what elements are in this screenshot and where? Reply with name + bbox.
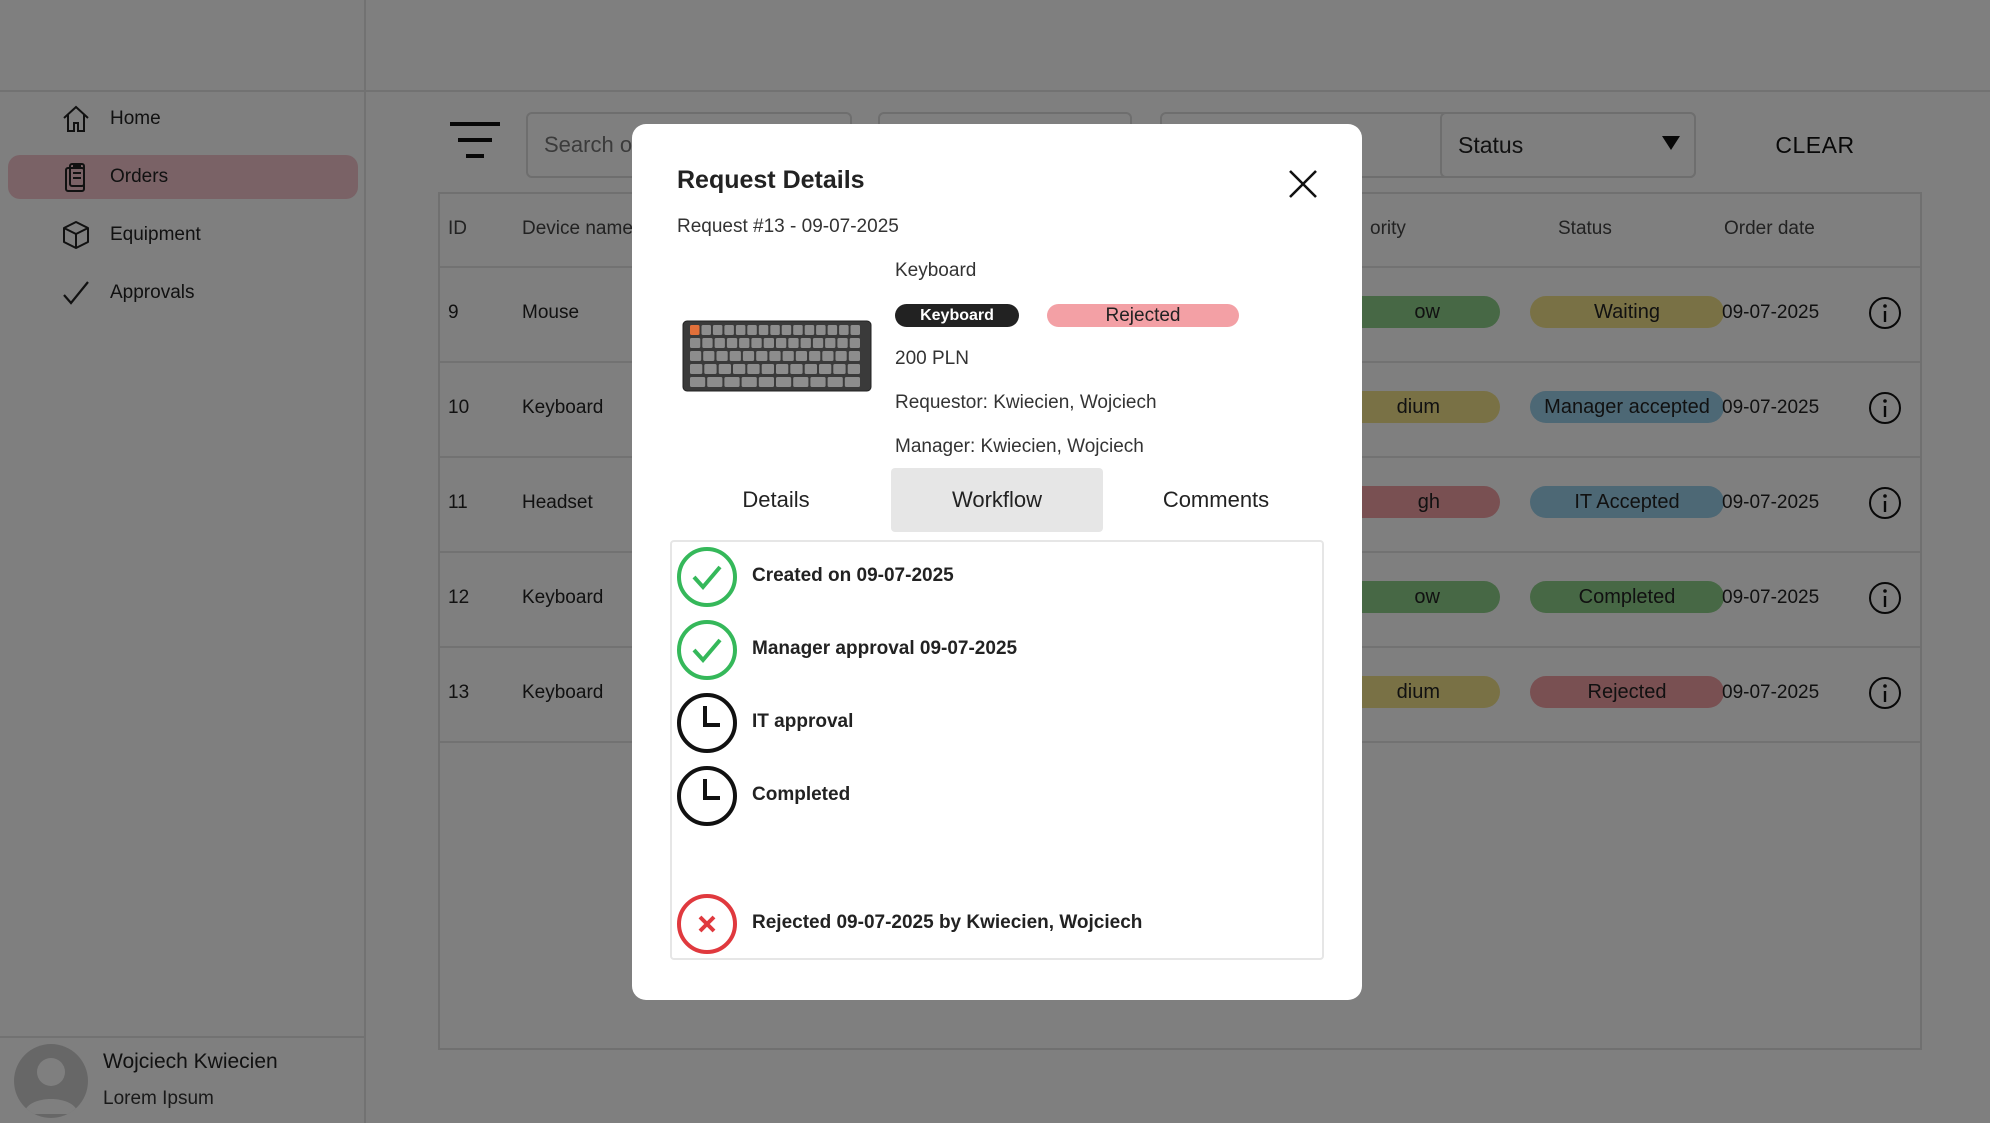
keyboard-image <box>682 320 872 392</box>
workflow-step-text: Created on 09-07-2025 <box>752 565 954 586</box>
tab-comments[interactable]: Comments <box>1110 468 1322 532</box>
requestor: Requestor: Kwiecien, Wojciech <box>895 392 1157 413</box>
manager: Manager: Kwiecien, Wojciech <box>895 436 1144 457</box>
price: 200 PLN <box>895 348 969 369</box>
workflow-step: IT approval <box>676 692 1316 754</box>
dialog-tabs: Details Workflow Comments <box>670 468 1324 532</box>
close-icon[interactable] <box>1286 167 1320 201</box>
workflow-step: Manager approval 09-07-2025 <box>676 619 1316 681</box>
category-tag: Keyboard <box>895 304 1019 327</box>
workflow-step: Rejected 09-07-2025 by Kwiecien, Wojciec… <box>676 893 1316 955</box>
workflow-panel: Created on 09-07-2025 Manager approval 0… <box>670 540 1324 960</box>
tab-details[interactable]: Details <box>670 468 882 532</box>
check-circle-icon <box>677 547 737 607</box>
x-circle-icon <box>677 894 737 954</box>
workflow-step-text: Rejected 09-07-2025 by Kwiecien, Wojciec… <box>752 912 1143 933</box>
workflow-step-text: IT approval <box>752 711 854 732</box>
request-subtitle: Request #13 - 09-07-2025 <box>677 216 899 237</box>
device-name: Keyboard <box>895 260 977 281</box>
dialog-title: Request Details <box>677 166 865 194</box>
status-badge: Rejected <box>1047 304 1239 327</box>
workflow-step: Completed <box>676 765 1316 827</box>
tab-workflow[interactable]: Workflow <box>891 468 1103 532</box>
request-details-dialog: Request Details Request #13 - 09-07-2025… <box>632 124 1362 1000</box>
workflow-step: Created on 09-07-2025 <box>676 546 1316 608</box>
check-circle-icon <box>677 620 737 680</box>
workflow-step-text: Manager approval 09-07-2025 <box>752 638 1018 659</box>
clock-icon <box>677 766 737 826</box>
workflow-step-text: Completed <box>752 784 851 805</box>
app-window: Home Orders Equipment Approvals Wojciech… <box>0 0 1990 1123</box>
clock-icon <box>677 693 737 753</box>
